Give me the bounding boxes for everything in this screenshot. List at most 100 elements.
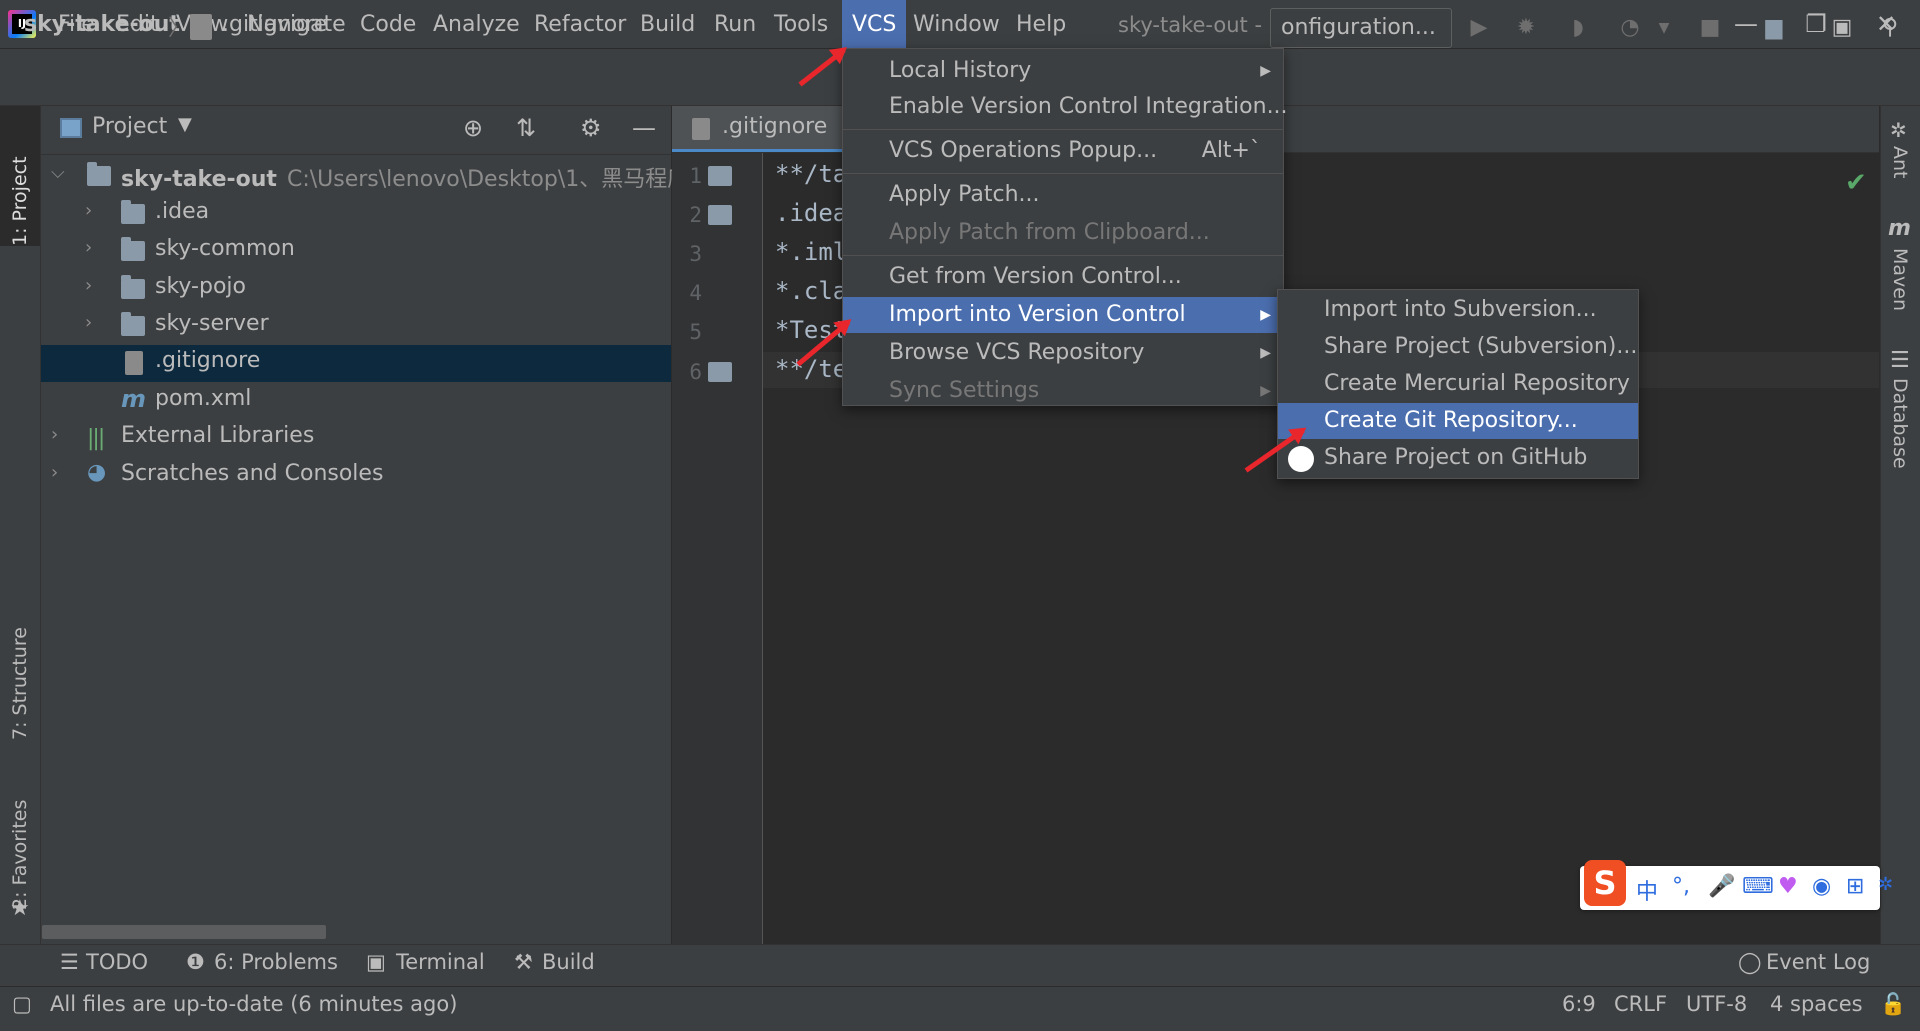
menu-tools[interactable]: Tools — [774, 0, 828, 48]
profile-icon[interactable]: ◔ — [1616, 14, 1644, 42]
tree-item-gitignore[interactable]: .gitignore — [41, 345, 671, 382]
project-structure-icon[interactable]: ▆ — [1760, 14, 1788, 42]
panel-toggle-icon[interactable]: ▢ — [12, 992, 32, 1016]
line-separator[interactable]: CRLF — [1614, 992, 1667, 1016]
settings-icon[interactable]: ✲ — [1878, 874, 1893, 895]
tool-problems[interactable]: 6: Problems — [214, 950, 338, 974]
menu-separator — [843, 173, 1283, 174]
tool-tab-ant[interactable]: Ant — [1880, 146, 1920, 196]
tool-todo[interactable]: TODO — [86, 950, 148, 974]
tree-item-pom[interactable]: m pom.xml — [41, 383, 671, 420]
menu-item-local-history[interactable]: Local History ▶ — [843, 53, 1283, 89]
menu-help[interactable]: Help — [1016, 0, 1066, 48]
menu-item-browse-vcs[interactable]: Browse VCS Repository ▶ — [843, 335, 1283, 371]
breadcrumb-file[interactable]: .gitignore — [222, 12, 327, 37]
chevron-right-icon[interactable]: › — [51, 462, 58, 483]
file-encoding[interactable]: UTF-8 — [1686, 992, 1747, 1016]
tool-build[interactable]: Build — [542, 950, 595, 974]
menu-item-create-hg[interactable]: Create Mercurial Repository — [1278, 366, 1638, 402]
ant-icon: ✲ — [1890, 118, 1907, 142]
chevron-right-icon[interactable]: › — [85, 237, 92, 258]
menu-item-import-svn[interactable]: Import into Subversion... — [1278, 292, 1638, 328]
tree-item-scratches[interactable]: › ◕ Scratches and Consoles — [41, 458, 671, 495]
code-line: *.cla — [775, 277, 848, 305]
menu-item-import-into-vc[interactable]: Import into Version Control ▶ — [843, 297, 1283, 333]
menu-item-share-github[interactable]: Share Project on GitHub — [1278, 440, 1638, 476]
indent-setting[interactable]: 4 spaces — [1770, 992, 1863, 1016]
apps-icon[interactable]: ⊞ — [1846, 874, 1864, 899]
caret-position[interactable]: 6:9 — [1562, 992, 1596, 1016]
tool-tab-database[interactable]: Database — [1880, 378, 1920, 488]
line-number: 2 — [689, 203, 702, 227]
folder-icon — [121, 237, 145, 261]
microphone-icon[interactable]: 🎤 — [1708, 874, 1735, 899]
profile-dropdown-icon[interactable]: ▼ — [1650, 14, 1678, 42]
maven-file-icon: m — [121, 385, 147, 413]
tool-tab-maven[interactable]: Maven — [1880, 248, 1920, 328]
tool-terminal[interactable]: Terminal — [396, 950, 485, 974]
editor-tab-label[interactable]: .gitignore — [722, 114, 827, 139]
tree-item-sky-server[interactable]: › sky-server — [41, 308, 671, 345]
ime-punctuation[interactable]: °, — [1672, 874, 1690, 899]
menu-item-enable-vci[interactable]: Enable Version Control Integration... — [843, 89, 1288, 125]
skin-icon[interactable]: ♥ — [1778, 874, 1798, 899]
tree-item-idea[interactable]: › .idea — [41, 196, 671, 233]
chevron-right-icon: ▶ — [1260, 307, 1271, 323]
line-number: 3 — [689, 242, 702, 266]
chevron-down-icon[interactable]: ⌵ — [51, 162, 65, 183]
keyboard-icon[interactable]: ⌨ — [1742, 874, 1774, 899]
event-log-icon: ◯ — [1738, 950, 1762, 974]
collapse-all-icon[interactable]: ⇅ — [516, 114, 536, 142]
tree-item-external-libraries[interactable]: › ||| External Libraries — [41, 420, 671, 457]
chevron-right-icon[interactable]: › — [85, 200, 92, 221]
menu-item-get-from-vc[interactable]: Get from Version Control... — [843, 259, 1283, 295]
tree-label: sky-take-out — [121, 167, 277, 192]
menu-run[interactable]: Run — [714, 0, 756, 48]
tool-tab-favorites[interactable]: 2: Favorites — [0, 780, 40, 910]
tool-tab-project[interactable]: 1: Project — [0, 106, 40, 246]
presentation-icon[interactable]: ▣ — [1828, 14, 1856, 42]
tool-event-log[interactable]: Event Log — [1766, 950, 1870, 974]
search-icon[interactable]: ⚲ — [1876, 14, 1904, 42]
menu-vcs[interactable]: VCS — [842, 0, 907, 48]
line-number: 6 — [689, 360, 702, 384]
breadcrumb-project[interactable]: sky-take-out — [24, 12, 180, 37]
lock-icon[interactable]: 🔓 — [1880, 992, 1906, 1017]
menu-build[interactable]: Build — [640, 0, 695, 48]
menu-refactor[interactable]: Refactor — [534, 0, 626, 48]
menu-item-create-git[interactable]: Create Git Repository... — [1278, 403, 1638, 439]
project-panel-title[interactable]: Project — [92, 114, 167, 139]
tree-item-sky-pojo[interactable]: › sky-pojo — [41, 271, 671, 308]
menu-window[interactable]: Window — [913, 0, 1000, 48]
tree-label: .idea — [155, 199, 210, 224]
chevron-right-icon[interactable]: › — [51, 424, 58, 445]
debug-icon[interactable]: ✹ — [1512, 14, 1540, 42]
tree-item-sky-common[interactable]: › sky-common — [41, 233, 671, 270]
stop-icon[interactable]: ■ — [1696, 14, 1724, 42]
ime-language[interactable]: 中 — [1636, 874, 1658, 906]
menu-item-vcs-popup[interactable]: VCS Operations Popup... Alt+` — [843, 133, 1283, 169]
gitignore-file-icon — [125, 351, 143, 375]
menu-code[interactable]: Code — [360, 0, 416, 48]
import-submenu: Import into Subversion... Share Project … — [1277, 289, 1639, 479]
menu-item-sync-settings[interactable]: Sync Settings ▶ — [843, 373, 1283, 409]
hide-icon[interactable]: — — [632, 114, 656, 142]
menu-item-apply-patch[interactable]: Apply Patch... — [843, 177, 1283, 213]
menu-item-share-svn[interactable]: Share Project (Subversion)... — [1278, 329, 1638, 365]
chevron-right-icon[interactable]: › — [85, 312, 92, 333]
coverage-icon[interactable]: ◗ — [1564, 14, 1592, 42]
menu-analyze[interactable]: Analyze — [433, 0, 520, 48]
chevron-right-icon[interactable]: › — [85, 275, 92, 296]
menu-item-apply-patch-clipboard[interactable]: Apply Patch from Clipboard... — [843, 215, 1283, 251]
check-icon: ✔ — [1845, 168, 1867, 198]
game-icon[interactable]: ◉ — [1812, 874, 1831, 899]
run-configuration-dropdown[interactable]: onfiguration... — [1270, 8, 1452, 48]
sogou-logo[interactable]: S — [1584, 860, 1626, 906]
run-icon[interactable]: ▶ — [1465, 14, 1493, 42]
tree-item-sky-take-out[interactable]: ⌵ sky-take-out C:\Users\lenovo\Desktop\1、… — [41, 158, 711, 195]
horizontal-scrollbar[interactable] — [42, 925, 326, 939]
chevron-down-icon[interactable]: ▼ — [178, 114, 192, 135]
locate-icon[interactable]: ⊕ — [463, 114, 483, 142]
tool-tab-structure[interactable]: 7: Structure — [0, 600, 40, 740]
gear-icon[interactable]: ⚙ — [580, 114, 602, 142]
